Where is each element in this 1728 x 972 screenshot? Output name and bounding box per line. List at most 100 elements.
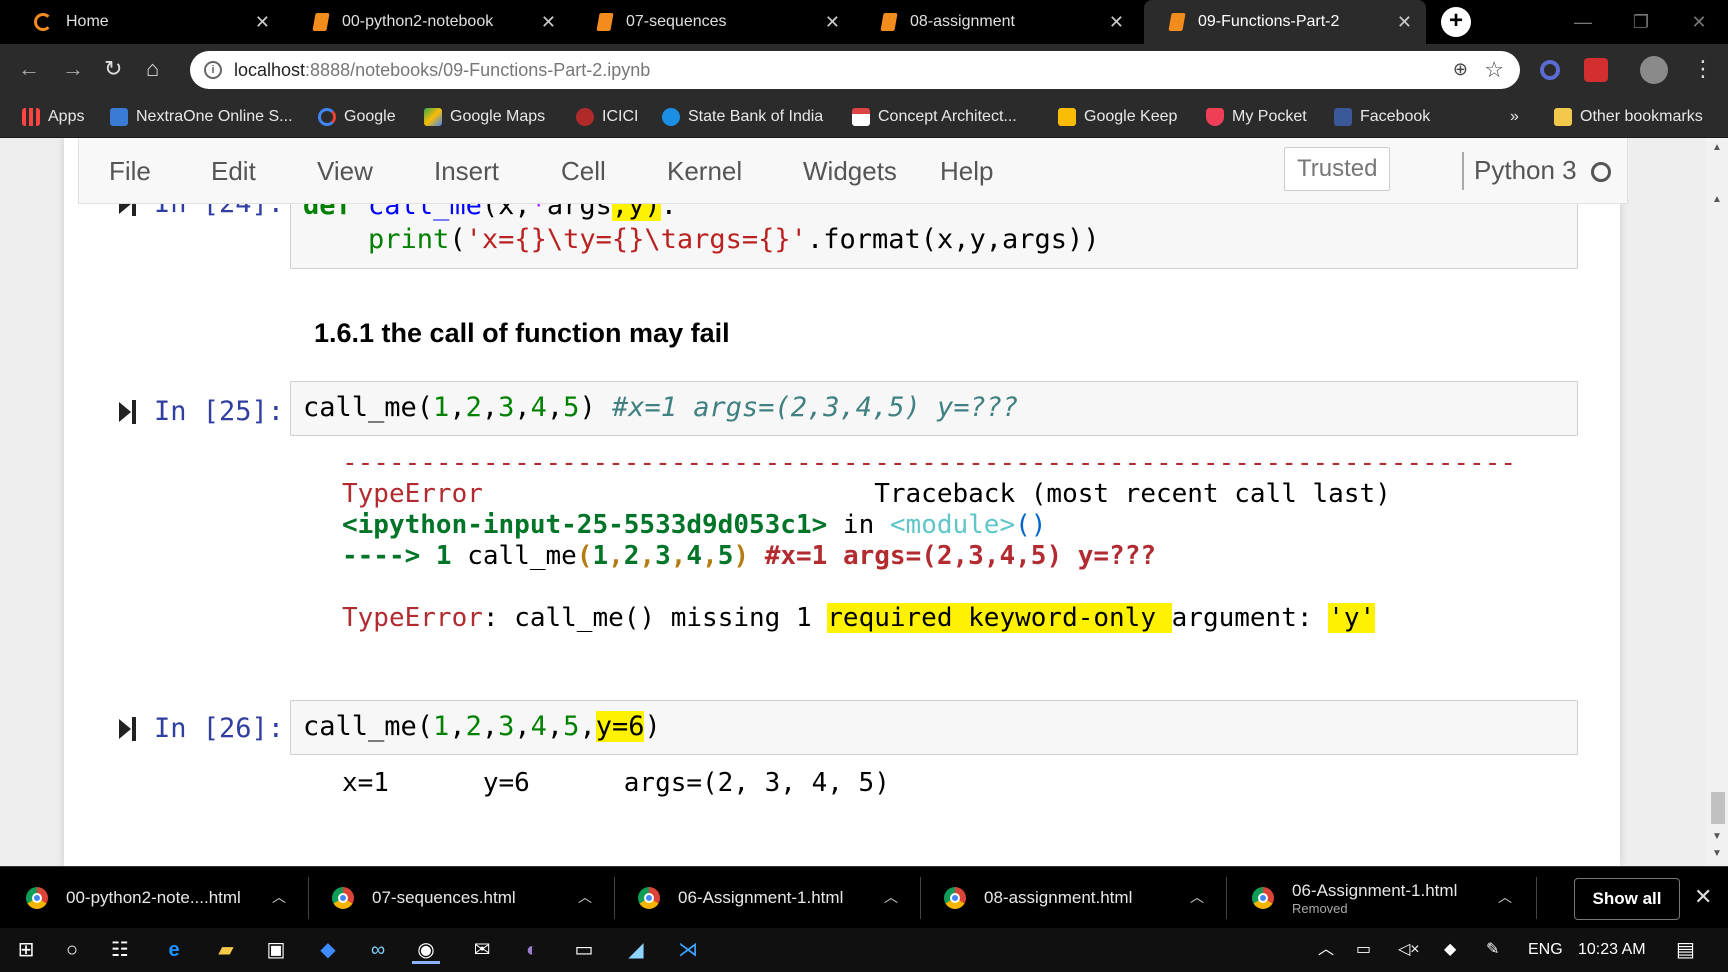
notifications-icon[interactable]: ▤	[1676, 928, 1695, 972]
bookmark-google-maps[interactable]: Google Maps	[424, 96, 545, 138]
tab-title: 09-Functions-Part-2	[1198, 13, 1340, 30]
close-window-icon[interactable]: ✕	[1670, 12, 1728, 33]
menu-edit[interactable]: Edit	[211, 156, 256, 187]
clock[interactable]: 10:23 AM	[1578, 928, 1646, 972]
run-cell-icon[interactable]	[119, 400, 137, 424]
avatar[interactable]	[1640, 56, 1668, 84]
close-icon[interactable]: ✕	[1397, 12, 1412, 33]
bookmark-my-pocket[interactable]: My Pocket	[1206, 96, 1307, 138]
minimize-icon[interactable]: —	[1554, 12, 1612, 33]
tab-08-assignment[interactable]: 08-assignment ✕	[856, 0, 1138, 44]
gmail-icon	[852, 108, 870, 126]
show-all-downloads-button[interactable]: Show all	[1574, 878, 1680, 920]
reload-icon[interactable]: ↻	[104, 56, 122, 82]
dropbox-tray-icon[interactable]: ◆	[1444, 928, 1456, 972]
task-view-icon[interactable]: ☷	[106, 936, 134, 964]
menu-help[interactable]: Help	[940, 156, 993, 187]
app-icon[interactable]: ◢	[622, 936, 650, 964]
close-downloads-icon[interactable]: ✕	[1694, 884, 1712, 910]
close-icon[interactable]: ✕	[1109, 12, 1124, 33]
chevron-up-icon[interactable]: ︿	[884, 887, 898, 907]
code-cell-26[interactable]: call_me(1,2,3,4,5,y=6)	[290, 700, 1578, 755]
windows-start-icon[interactable]: ⊞	[12, 936, 40, 964]
menu-view[interactable]: View	[317, 156, 373, 187]
chrome-taskbar-icon[interactable]: ◉	[412, 936, 440, 964]
pen-icon[interactable]: ✎	[1486, 928, 1499, 972]
bookmark-sbi[interactable]: State Bank of India	[662, 96, 823, 138]
chevron-up-icon[interactable]: ︿	[578, 887, 592, 907]
new-tab-button[interactable]: +	[1441, 7, 1471, 37]
bookmark-facebook[interactable]: Facebook	[1334, 96, 1430, 138]
home-icon[interactable]: ⌂	[146, 56, 159, 82]
tray-chevron-icon[interactable]: ︿	[1318, 928, 1334, 972]
bookmark-icici[interactable]: ICICI	[576, 96, 638, 138]
infinity-app-icon[interactable]: ∞	[364, 936, 392, 964]
page-scrollbar[interactable]: ▲ ▲ ▼ ▼	[1706, 138, 1728, 866]
bookmark-google-keep[interactable]: Google Keep	[1058, 96, 1177, 138]
download-item[interactable]: 08-assignment.html ︿	[944, 867, 1214, 929]
vscode-icon[interactable]: ⋊	[674, 936, 702, 964]
info-icon[interactable]: i	[204, 61, 222, 79]
chevron-up-icon[interactable]: ︿	[272, 887, 286, 907]
bookmark-other[interactable]: Other bookmarks	[1554, 96, 1703, 138]
download-item[interactable]: 06-Assignment-1.html ︿	[638, 867, 908, 929]
scroll-up-icon[interactable]: ▲	[1712, 142, 1722, 153]
close-icon[interactable]: ✕	[541, 12, 556, 33]
scrollbar-thumb[interactable]	[1711, 792, 1725, 824]
store-icon[interactable]: ▣	[262, 936, 290, 964]
bookmark-google[interactable]: Google	[318, 96, 396, 138]
address-bar[interactable]: i localhost:8888/notebooks/09-Functions-…	[190, 51, 1520, 89]
cell-output: x=1 y=6 args=(2, 3, 4, 5)	[342, 768, 890, 798]
menu-kernel[interactable]: Kernel	[667, 156, 742, 187]
volume-muted-icon[interactable]: ◁×	[1398, 928, 1420, 972]
download-item-removed[interactable]: 06-Assignment-1.html Removed ︿	[1252, 867, 1522, 929]
file-explorer-icon[interactable]: ▰	[212, 936, 240, 964]
bookmark-star-icon[interactable]: ☆	[1484, 57, 1504, 83]
run-cell-icon[interactable]	[119, 717, 137, 741]
extension-icon[interactable]	[1540, 60, 1560, 80]
terminal-icon[interactable]: ▭	[570, 936, 598, 964]
battery-icon[interactable]: ▭	[1356, 928, 1371, 972]
bookmark-concept-architect[interactable]: Concept Architect...	[852, 96, 1017, 138]
menu-icon[interactable]: ⋮	[1692, 56, 1714, 82]
tab-00-python2-notebook[interactable]: 00-python2-notebook ✕	[288, 0, 570, 44]
tab-title: 00-python2-notebook	[342, 13, 494, 30]
chevron-up-icon[interactable]: ︿	[1190, 887, 1204, 907]
close-icon[interactable]: ✕	[825, 12, 840, 33]
download-item[interactable]: 07-sequences.html ︿	[332, 867, 602, 929]
menu-file[interactable]: File	[109, 156, 151, 187]
restore-icon[interactable]: ❐	[1612, 12, 1670, 33]
close-icon[interactable]: ✕	[255, 12, 270, 33]
menu-insert[interactable]: Insert	[434, 156, 499, 187]
dropbox-icon[interactable]: ◆	[314, 936, 342, 964]
trusted-indicator[interactable]: Trusted	[1284, 147, 1391, 191]
scroll-down-icon[interactable]: ▼	[1712, 848, 1722, 859]
app-icon[interactable]: ◐	[518, 936, 546, 964]
menu-widgets[interactable]: Widgets	[803, 156, 897, 187]
extension-icon[interactable]	[1584, 58, 1608, 82]
bookmark-nextraone[interactable]: NextraOne Online S...	[110, 96, 293, 138]
zoom-icon[interactable]: ⊕	[1453, 59, 1468, 80]
menu-cell[interactable]: Cell	[561, 156, 606, 187]
forward-icon[interactable]: →	[62, 56, 84, 82]
kernel-name[interactable]: Python 3	[1462, 152, 1577, 190]
code-cell-25[interactable]: call_me(1,2,3,4,5) #x=1 args=(2,3,4,5) y…	[290, 381, 1578, 436]
notebook-icon	[596, 13, 614, 31]
bookmark-apps[interactable]: Apps	[22, 96, 84, 138]
bookmarks-overflow-button[interactable]: »	[1510, 96, 1519, 138]
language-indicator[interactable]: ENG	[1528, 928, 1563, 972]
tab-title: 07-sequences	[626, 13, 727, 30]
search-icon[interactable]: ○	[58, 936, 86, 964]
tab-home[interactable]: Home ✕	[8, 0, 284, 44]
scroll-up-icon[interactable]: ▲	[1712, 194, 1722, 205]
tab-09-functions-part-2[interactable]: 09-Functions-Part-2 ✕	[1144, 0, 1426, 44]
chevron-up-icon[interactable]: ︿	[1498, 887, 1512, 907]
tab-07-sequences[interactable]: 07-sequences ✕	[572, 0, 854, 44]
mail-icon[interactable]: ✉	[468, 936, 496, 964]
scroll-down-icon[interactable]: ▼	[1712, 831, 1722, 842]
back-icon[interactable]: ←	[18, 56, 40, 82]
edge-icon[interactable]: e	[160, 936, 188, 964]
download-item[interactable]: 00-python2-note....html ︿	[26, 867, 296, 929]
bookmark-label: Apps	[48, 108, 85, 125]
code-token: 5	[563, 392, 580, 423]
